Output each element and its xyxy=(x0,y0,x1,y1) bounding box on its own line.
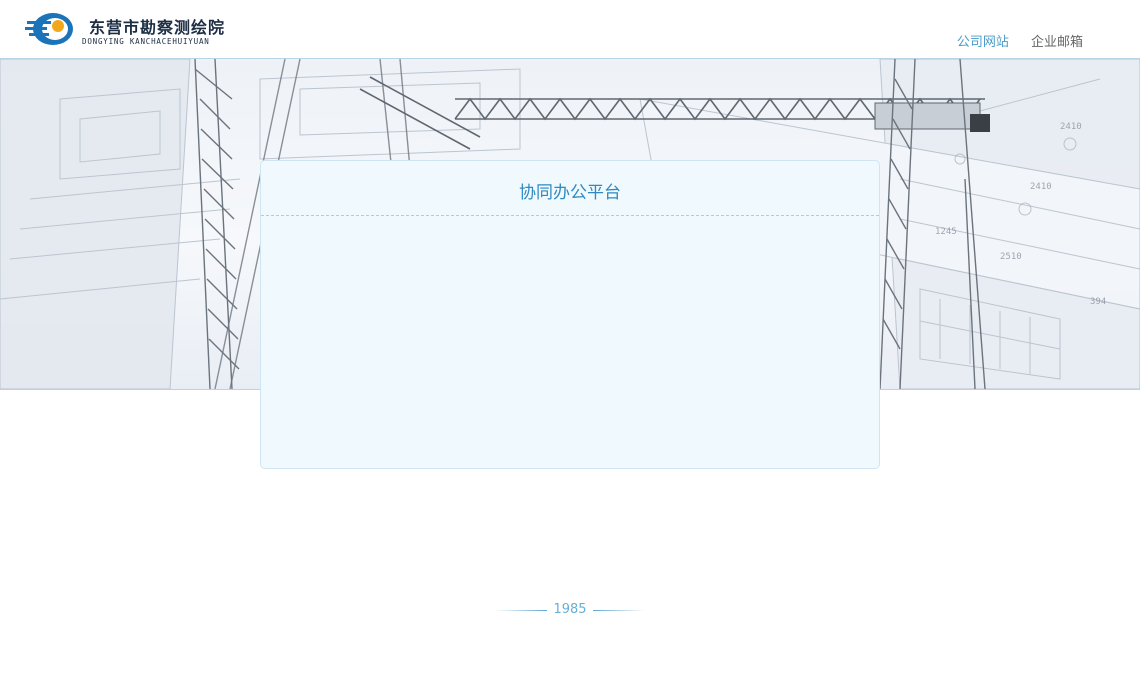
svg-text:1245: 1245 xyxy=(935,227,957,237)
year-line-right xyxy=(593,610,645,611)
svg-text:394: 394 xyxy=(1090,297,1106,307)
panel-divider xyxy=(261,215,879,216)
company-website-link[interactable]: 公司网站 xyxy=(957,35,1009,50)
svg-text:2410: 2410 xyxy=(1060,122,1082,132)
svg-text:2510: 2510 xyxy=(1000,252,1022,262)
site-header: 东营市勘察测绘院 DONGYING KANCHACEHUIYUAN 公司网站 企… xyxy=(0,0,1140,58)
company-name-cn: 东营市勘察测绘院 xyxy=(89,18,226,37)
company-logo[interactable]: 东营市勘察测绘院 DONGYING KANCHACEHUIYUAN xyxy=(25,10,240,50)
founding-year: 1985 xyxy=(495,600,645,620)
top-nav: 公司网站 企业邮箱 xyxy=(939,31,1083,50)
svg-text:2410: 2410 xyxy=(1030,182,1052,192)
company-logo-icon xyxy=(25,13,73,45)
platform-title: 协同办公平台 xyxy=(519,183,621,203)
login-panel: 协同办公平台 xyxy=(260,160,880,469)
company-name-en: DONGYING KANCHACEHUIYUAN xyxy=(82,37,210,46)
enterprise-mail-link[interactable]: 企业邮箱 xyxy=(1031,35,1083,50)
